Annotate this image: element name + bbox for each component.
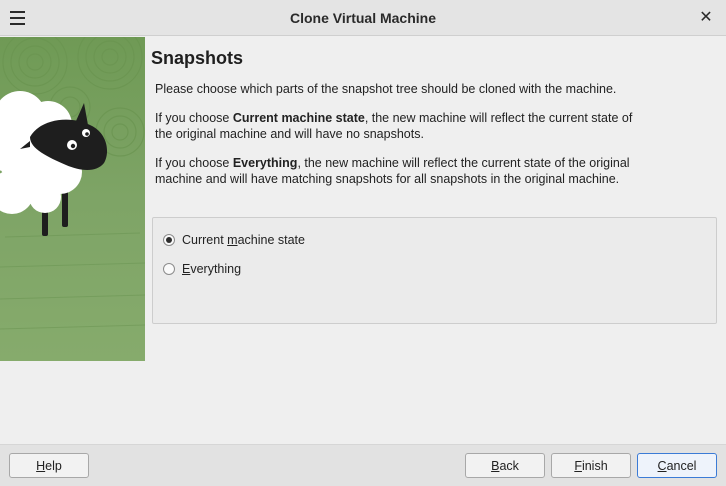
accelerator-key: C — [657, 458, 667, 473]
wizard-watermark-image — [0, 37, 145, 361]
help-button[interactable]: Help — [9, 453, 89, 478]
accelerator-key: m — [227, 233, 238, 247]
label-part: achine state — [237, 233, 305, 247]
label-part: verything — [190, 262, 242, 276]
radio-label: Everything — [182, 262, 241, 276]
button-label: inish — [581, 458, 608, 473]
back-button[interactable]: Back — [465, 453, 545, 478]
label-part: Current — [182, 233, 228, 247]
radio-button-checked[interactable] — [163, 234, 175, 246]
radio-current-machine-state[interactable]: Current machine state — [163, 230, 305, 250]
clone-mode-group: Current machine state Everything — [152, 217, 717, 324]
radio-button-unchecked[interactable] — [163, 263, 175, 275]
window-title: Clone Virtual Machine — [290, 10, 436, 26]
accelerator-key: F — [574, 458, 582, 473]
page-title: Snapshots — [151, 48, 244, 68]
button-label: ancel — [666, 458, 697, 473]
cancel-button[interactable]: Cancel — [637, 453, 717, 478]
radio-everything[interactable]: Everything — [163, 259, 241, 279]
accelerator-key: H — [36, 458, 46, 473]
radio-label: Current machine state — [182, 233, 305, 247]
finish-button[interactable]: Finish — [551, 453, 631, 478]
sheep-illustration-icon — [0, 37, 145, 361]
description-text: If you choose — [155, 111, 233, 125]
button-bar: Help Back Finish Cancel — [0, 444, 726, 486]
close-icon[interactable]: ✕ — [696, 6, 716, 30]
button-label: ack — [499, 458, 519, 473]
button-label: elp — [45, 458, 62, 473]
title-bar: Clone Virtual Machine ✕ — [0, 0, 726, 36]
current-state-description: If you choose Current machine state, the… — [155, 110, 635, 142]
accelerator-key: B — [491, 458, 500, 473]
intro-text: Please choose which parts of the snapsho… — [155, 82, 617, 96]
everything-description: If you choose Everything, the new machin… — [155, 155, 635, 187]
everything-emphasis: Everything — [232, 156, 298, 170]
description-text: If you choose — [155, 156, 233, 170]
current-state-emphasis: Current machine state — [232, 111, 365, 125]
